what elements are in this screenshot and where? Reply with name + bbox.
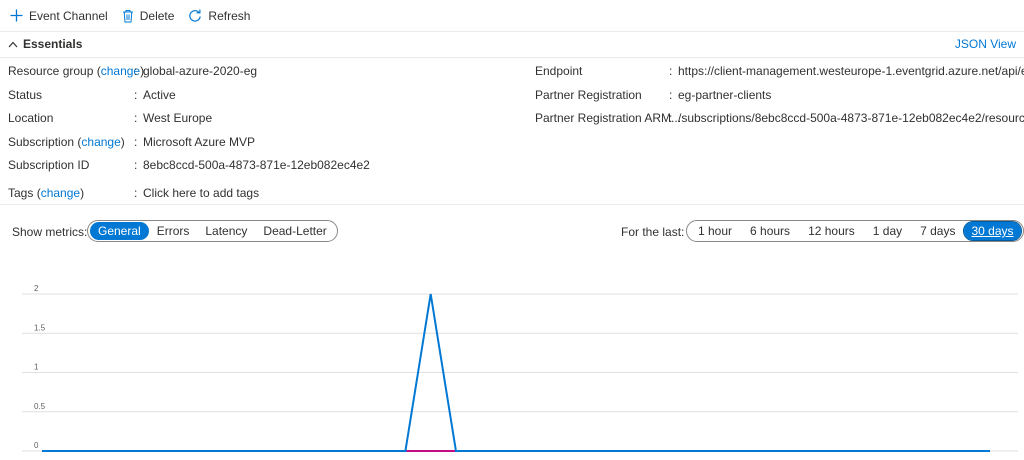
- subscription-id-value: 8ebc8ccd-500a-4873-871e-12eb082ec4e2: [143, 158, 370, 172]
- prop-key: Partner Registration ARM...: [535, 111, 682, 125]
- tags-change-link[interactable]: change: [41, 186, 80, 200]
- delete-button[interactable]: Delete: [122, 8, 175, 23]
- event-channel-label: Event Channel: [29, 8, 108, 23]
- for-the-last-label: For the last:: [621, 225, 685, 239]
- y-tick-label: 2: [34, 284, 39, 293]
- y-tick-label: 0.5: [34, 402, 46, 411]
- timeframe-1-day[interactable]: 1 day: [864, 222, 911, 240]
- section-divider: [0, 204, 1024, 205]
- endpoint-value: https://client-management.westeurope-1.e…: [678, 64, 1024, 78]
- prop-key: Subscription ID: [8, 158, 90, 172]
- refresh-button[interactable]: Refresh: [188, 9, 250, 23]
- subscription-change-link[interactable]: change: [81, 135, 120, 149]
- resource-group-link[interactable]: global-azure-2020-eg: [143, 64, 257, 78]
- command-bar: Event Channel Delete Refresh: [0, 0, 1024, 32]
- timeframe-pill-group: 1 hour 6 hours 12 hours 1 day 7 days 30 …: [686, 220, 1024, 242]
- prop-key: Partner Registration: [535, 88, 642, 102]
- delete-label: Delete: [139, 8, 175, 23]
- trash-icon: [122, 9, 133, 22]
- y-tick-label: 1.5: [34, 323, 46, 332]
- partner-registration-arm-value: /subscriptions/8ebc8ccd-500a-4873-871e-1…: [678, 111, 1024, 125]
- event-channel-button[interactable]: Event Channel: [10, 9, 108, 23]
- essentials-toggle[interactable]: Essentials: [8, 37, 82, 51]
- y-tick-label: 1: [34, 363, 39, 372]
- timeframe-7-days[interactable]: 7 days: [911, 222, 964, 240]
- plus-icon: [10, 9, 23, 22]
- prop-key: Endpoint: [535, 64, 583, 78]
- partner-registration-link[interactable]: eg-partner-clients: [678, 88, 771, 102]
- metric-general[interactable]: General: [90, 222, 149, 240]
- essentials-header: Essentials JSON View: [0, 31, 1024, 58]
- chevron-up-icon: [8, 41, 18, 47]
- status-value: Active: [143, 88, 176, 102]
- prop-key: Tags: [8, 186, 34, 200]
- prop-key: Location: [8, 111, 54, 125]
- timeframe-6-hours[interactable]: 6 hours: [741, 222, 799, 240]
- show-metrics-label: Show metrics:: [12, 225, 88, 239]
- metric-latency[interactable]: Latency: [197, 222, 255, 240]
- timeframe-1-hour[interactable]: 1 hour: [689, 222, 741, 240]
- timeframe-12-hours[interactable]: 12 hours: [799, 222, 864, 240]
- essentials-title: Essentials: [23, 37, 83, 51]
- prop-key: Resource group: [8, 64, 94, 78]
- prop-key: Subscription: [8, 135, 75, 149]
- metric-errors[interactable]: Errors: [149, 222, 198, 240]
- metrics-chart: 2 1.5 1 0.5 0: [22, 284, 1018, 452]
- json-view-link[interactable]: JSON View: [955, 37, 1016, 51]
- y-tick-label: 0: [34, 441, 39, 450]
- metric-dead-letter[interactable]: Dead-Letter: [255, 222, 334, 240]
- add-tags-link[interactable]: Click here to add tags: [143, 186, 259, 200]
- timeframe-30-days[interactable]: 30 days: [963, 221, 1022, 241]
- location-value: West Europe: [143, 111, 213, 125]
- prop-key: Status: [8, 88, 43, 102]
- metrics-pill-group: General Errors Latency Dead-Letter: [87, 220, 338, 242]
- subscription-link[interactable]: Microsoft Azure MVP: [143, 135, 255, 149]
- refresh-label: Refresh: [208, 8, 251, 23]
- refresh-icon: [189, 9, 202, 22]
